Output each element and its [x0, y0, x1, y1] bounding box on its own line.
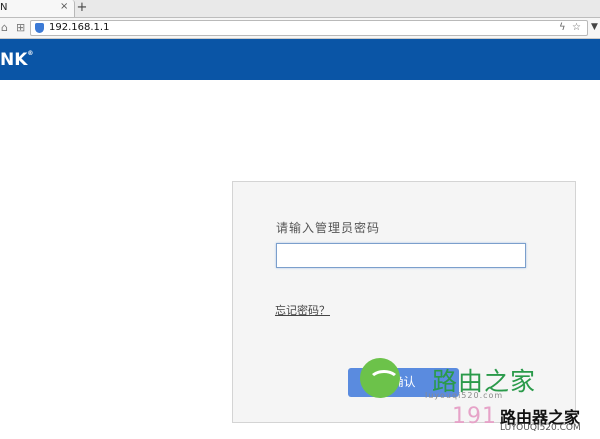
- home-icon[interactable]: ⌂: [1, 21, 8, 34]
- router-header: NK®: [0, 39, 600, 80]
- browser-tab[interactable]: N ×: [0, 0, 75, 17]
- chevron-down-icon[interactable]: ▼: [591, 22, 598, 32]
- url-text[interactable]: 192.168.1.1: [49, 21, 109, 35]
- address-toolbar: ⌂ ⊞ 192.168.1.1 ϟ ☆ ▼: [0, 18, 600, 39]
- lightning-icon[interactable]: ϟ: [559, 21, 566, 35]
- apps-icon[interactable]: ⊞: [16, 21, 25, 34]
- watermark-url: LUYOUQI520.COM: [500, 423, 581, 433]
- tab-strip: N × +: [0, 0, 600, 18]
- brand-logo: NK®: [0, 50, 33, 70]
- tab-title: N: [0, 2, 8, 13]
- new-tab-button[interactable]: +: [75, 1, 89, 15]
- close-tab-icon[interactable]: ×: [60, 1, 68, 12]
- watermark-subtitle: luyouqi520.com: [425, 391, 504, 400]
- watermark-ip: 191: [452, 404, 497, 429]
- logo-text: NK: [0, 50, 28, 70]
- password-input[interactable]: [276, 243, 526, 268]
- star-icon[interactable]: ☆: [572, 21, 581, 35]
- registered-mark: ®: [27, 50, 34, 57]
- shield-icon: [35, 23, 44, 33]
- watermark-swoosh-icon: [368, 370, 400, 394]
- password-prompt: 请输入管理员密码: [276, 221, 381, 235]
- forgot-password-link[interactable]: 忘记密码？: [275, 302, 330, 318]
- address-bar[interactable]: 192.168.1.1 ϟ ☆: [30, 20, 588, 36]
